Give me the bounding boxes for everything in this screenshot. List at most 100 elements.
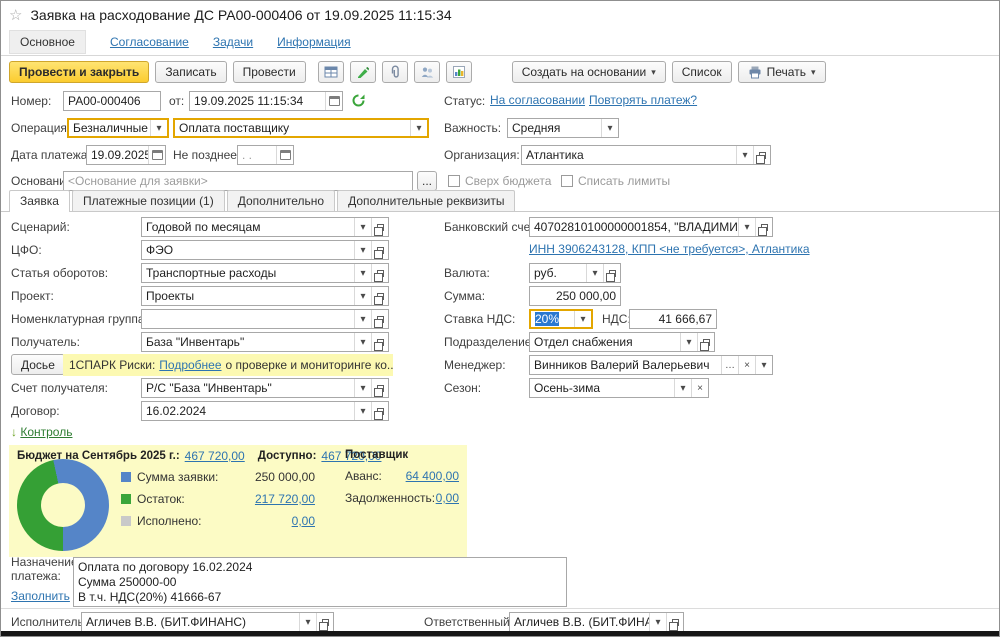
not-later-field[interactable]: . . [237,145,294,165]
refresh-icon[interactable] [351,93,366,111]
chevron-down-icon[interactable]: ▾ [354,241,371,259]
more-icon[interactable]: … [721,356,738,374]
chevron-down-icon[interactable]: ▾ [649,613,666,631]
calendar-icon[interactable] [276,146,293,164]
chevron-down-icon[interactable]: ▾ [680,333,697,351]
recipient-account-combo[interactable]: Р/С "База "Инвентарь" ▾ [141,378,389,398]
chevron-down-icon[interactable]: ▾ [738,218,755,236]
chevron-down-icon[interactable]: ▾ [354,218,371,236]
fill-link[interactable]: Заполнить [11,589,70,603]
department-combo[interactable]: Отдел снабжения ▾ [529,332,715,352]
open-icon[interactable] [697,333,714,351]
open-icon[interactable] [371,333,388,351]
chevron-down-icon[interactable]: ▾ [410,120,427,136]
season-combo[interactable]: Осень-зима ▾ × [529,378,709,398]
amount-field[interactable]: 250 000,00 [529,286,621,306]
clear-icon[interactable]: × [738,356,755,374]
signature-icon[interactable] [350,61,376,83]
postings-icon[interactable] [318,61,344,83]
control-toggle[interactable]: ↓ Контроль [11,425,72,439]
repeat-payment-link[interactable]: Повторять платеж? [589,93,697,107]
dossier-button[interactable]: Досье [11,354,65,375]
nomenclature-group-combo[interactable]: ▾ [141,309,389,329]
legend-value-remainder-link[interactable]: 217 720,00 [237,492,315,506]
payment-purpose-textarea[interactable]: Оплата по договору 16.02.2024 Сумма 2500… [73,557,567,607]
write-button[interactable]: Записать [155,61,226,83]
bank-account-combo[interactable]: 40702810100000001854, "ВЛАДИМИРСКИЙ" ФБ … [529,217,773,237]
open-icon[interactable] [371,241,388,259]
chevron-down-icon[interactable]: ▾ [755,356,772,374]
tab-informaciya[interactable]: Информация [277,35,350,49]
datetime-field[interactable]: 19.09.2025 11:15:34 [189,91,343,111]
clear-icon[interactable]: × [691,379,708,397]
chevron-down-icon[interactable]: ▾ [354,287,371,305]
executor-combo[interactable]: Агличев В.В. (БИТ.ФИНАНС) ▾ [81,612,334,632]
payment-date-field[interactable]: 19.09.2025 [86,145,166,165]
legend-value-executed-link[interactable]: 0,00 [237,514,315,528]
tab-zayavka[interactable]: Заявка [9,190,70,212]
tab-zadachi[interactable]: Задачи [213,35,253,49]
budget-value-link[interactable]: 467 720,00 [185,449,245,463]
debt-value-link[interactable]: 0,00 [359,491,459,505]
contract-combo[interactable]: 16.02.2024 ▾ [141,401,389,421]
open-icon[interactable] [371,218,388,236]
chevron-down-icon[interactable]: ▾ [354,310,371,328]
tab-osnovnoe[interactable]: Основное [9,30,86,54]
operation-kind-combo[interactable]: Оплата поставщику ▾ [173,118,429,138]
open-icon[interactable] [666,613,683,631]
recipient-combo[interactable]: База "Инвентарь" ▾ [141,332,389,352]
calendar-icon[interactable] [325,92,342,110]
approval-icon[interactable] [414,61,440,83]
post-button[interactable]: Провести [233,61,306,83]
organization-combo[interactable]: Атлантика ▾ [521,145,771,165]
tab-dop-rekvizity[interactable]: Дополнительные реквизиты [337,190,515,211]
chevron-down-icon[interactable]: ▾ [354,379,371,397]
tab-dopolnitelno[interactable]: Дополнительно [227,190,335,211]
chevron-down-icon[interactable]: ▾ [586,264,603,282]
chevron-down-icon[interactable]: ▾ [674,379,691,397]
over-budget-checkbox[interactable] [448,175,460,187]
chevron-down-icon[interactable]: ▾ [150,120,167,136]
chevron-down-icon[interactable]: ▾ [601,119,618,137]
chevron-down-icon[interactable]: ▾ [354,402,371,420]
status-link[interactable]: На согласовании [490,93,585,107]
vat-rate-combo[interactable]: 20% ▾ [529,309,593,329]
currency-combo[interactable]: руб. ▾ [529,263,621,283]
tab-soglasovanie[interactable]: Согласование [110,35,189,49]
open-icon[interactable] [371,379,388,397]
project-combo[interactable]: Проекты ▾ [141,286,389,306]
create-based-on-button[interactable]: Создать на основании ▾ [512,61,666,83]
chevron-down-icon[interactable]: ▾ [354,264,371,282]
vat-field[interactable]: 41 666,67 [629,309,717,329]
open-icon[interactable] [753,146,770,164]
inn-kpp-link[interactable]: ИНН 3906243128, КПП <не требуется>, Атла… [529,242,810,256]
turnover-item-combo[interactable]: Транспортные расходы ▾ [141,263,389,283]
open-icon[interactable] [316,613,333,631]
open-icon[interactable] [371,402,388,420]
tab-payment-positions[interactable]: Платежные позиции (1) [72,190,225,211]
open-icon[interactable] [371,287,388,305]
chevron-down-icon[interactable]: ▾ [574,311,591,327]
manager-combo[interactable]: Винников Валерий Валерьевич … × ▾ [529,355,773,375]
spark-more-link[interactable]: Подробнее [159,358,221,372]
report-icon[interactable] [446,61,472,83]
list-button[interactable]: Список [672,61,732,83]
favorite-star-icon[interactable]: ☆ [9,6,22,24]
write-off-limits-checkbox[interactable] [561,175,573,187]
operation-combo[interactable]: Безналичные ▾ [67,118,169,138]
paperclip-icon[interactable] [382,61,408,83]
post-and-close-button[interactable]: Провести и закрыть [9,61,149,83]
open-icon[interactable] [371,264,388,282]
chevron-down-icon[interactable]: ▾ [736,146,753,164]
open-icon[interactable] [755,218,772,236]
chevron-down-icon[interactable]: ▾ [299,613,316,631]
chevron-down-icon[interactable]: ▾ [354,333,371,351]
cfo-combo[interactable]: ФЭО ▾ [141,240,389,260]
importance-combo[interactable]: Средняя ▾ [507,118,619,138]
open-icon[interactable] [603,264,620,282]
basis-input[interactable] [64,172,412,190]
number-field[interactable]: РА00-000406 [63,91,161,111]
calendar-icon[interactable] [148,146,165,164]
advance-value-link[interactable]: 64 400,00 [359,469,459,483]
open-icon[interactable] [371,310,388,328]
